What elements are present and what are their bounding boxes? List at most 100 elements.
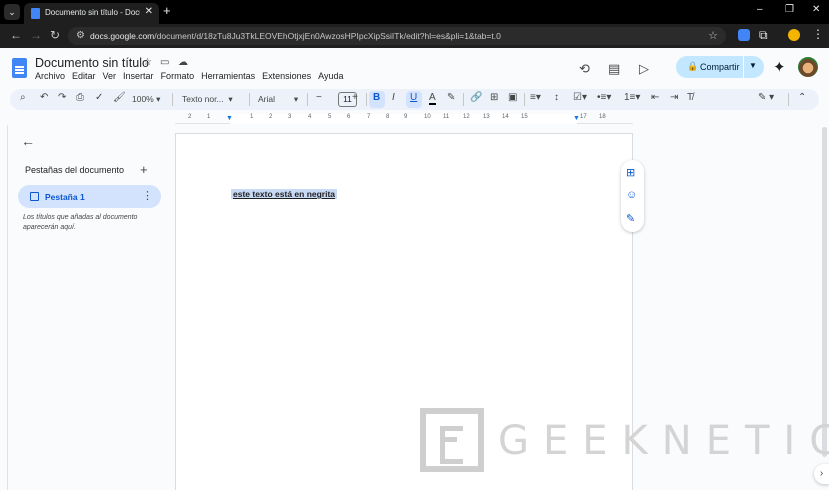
watermark: GEEKNETIC — [420, 408, 829, 472]
menu-bar: Archivo Editar Ver Insertar Formato Herr… — [35, 71, 344, 81]
vertical-ruler[interactable] — [0, 125, 8, 490]
browser-tab-title: Documento sin título - Docume — [45, 8, 140, 17]
add-tab-button[interactable]: + — [140, 162, 148, 177]
tab-close-icon[interactable]: ✕ — [145, 6, 153, 17]
undo-icon[interactable]: ↶ — [40, 92, 48, 103]
paint-format-icon[interactable]: 🖌 — [113, 92, 126, 103]
bookmark-star-icon[interactable]: ☆ — [708, 29, 718, 42]
toolbar-divider — [463, 93, 464, 106]
ruler-number: 17 — [580, 114, 587, 120]
insert-link-icon[interactable]: 🔗 — [470, 92, 482, 103]
ruler-number: 3 — [288, 114, 292, 120]
forward-button[interactable]: → — [30, 28, 42, 42]
highlight-color-icon[interactable]: ✎ — [447, 92, 455, 103]
menu-ayuda[interactable]: Ayuda — [318, 71, 343, 81]
font-select[interactable]: Arial ▾ — [258, 94, 298, 105]
toolbar-divider — [788, 93, 789, 106]
url-text[interactable]: docs.google.com/document/d/18zTu8Ju3TkLE… — [90, 31, 501, 41]
redo-icon[interactable]: ↷ — [58, 92, 66, 103]
toolbar-divider — [366, 93, 367, 106]
left-indent-marker-icon[interactable]: ▼ — [226, 115, 233, 122]
window-close-button[interactable]: ✕ — [812, 4, 820, 15]
align-icon[interactable]: ≡▾ — [530, 92, 541, 103]
version-history-icon[interactable]: ⟲ — [579, 61, 590, 77]
horizontal-ruler[interactable]: 2 1 ▼ 1 2 3 4 5 6 7 8 9 10 11 12 13 14 1… — [175, 114, 633, 124]
profile-icon[interactable] — [788, 29, 800, 41]
menu-formato[interactable]: Formato — [161, 71, 195, 81]
insert-image-icon[interactable]: ▣ — [508, 92, 517, 103]
back-button[interactable]: ← — [10, 28, 22, 42]
italic-button[interactable]: I — [392, 92, 395, 103]
formatting-toolbar: ⌕ ↶ ↷ ⎙ ✓ 🖌 100% ▾ Texto nor... ▾ Arial … — [10, 89, 819, 110]
menu-extensiones[interactable]: Extensiones — [262, 71, 311, 81]
document-title[interactable]: Documento sin título — [35, 56, 149, 70]
decrease-font-size-icon[interactable]: − — [316, 92, 322, 103]
ruler-number: 18 — [599, 114, 606, 120]
comments-icon[interactable]: ▤ — [608, 61, 620, 77]
scroll-thumb[interactable] — [822, 127, 827, 457]
explore-panel-toggle[interactable]: › — [814, 464, 829, 484]
browser-menu-icon[interactable]: ⋮ — [812, 27, 824, 41]
right-indent-marker-icon[interactable]: ▼ — [573, 115, 580, 122]
close-outline-icon[interactable]: ← — [21, 133, 35, 149]
zoom-select[interactable]: 100% ▾ — [132, 94, 160, 105]
meet-icon[interactable]: ▷ — [639, 61, 649, 77]
move-folder-icon[interactable]: ▭ — [160, 57, 169, 68]
omnibox[interactable]: ⚙ docs.google.com/document/d/18zTu8Ju3Tk… — [68, 27, 726, 45]
cloud-status-icon: ☁ — [178, 57, 188, 68]
suggest-edits-icon[interactable]: ✎ — [626, 212, 635, 225]
watermark-logo — [420, 408, 484, 472]
gemini-sparkle-icon[interactable]: ✦ — [773, 58, 786, 76]
search-menus-icon[interactable]: ⌕ — [20, 92, 26, 103]
line-spacing-icon[interactable]: ↕ — [554, 92, 559, 103]
toolbar-divider — [524, 93, 525, 106]
tab-label: Pestaña 1 — [45, 192, 85, 202]
spellcheck-icon[interactable]: ✓ — [95, 92, 103, 103]
numbered-list-icon[interactable]: 1≡▾ — [624, 92, 640, 103]
add-comment-icon[interactable]: ⊞ — [490, 92, 498, 103]
decrease-indent-icon[interactable]: ⇤ — [651, 92, 659, 103]
clear-formatting-icon[interactable]: T̸ — [687, 92, 693, 103]
ruler-number: 7 — [367, 114, 371, 120]
style-select[interactable]: Texto nor... ▾ — [182, 94, 233, 105]
docs-logo-icon[interactable] — [12, 58, 27, 78]
menu-insertar[interactable]: Insertar — [123, 71, 154, 81]
share-dropdown-icon[interactable]: ▼ — [749, 61, 757, 70]
menu-archivo[interactable]: Archivo — [35, 71, 65, 81]
bulleted-list-icon[interactable]: •≡▾ — [597, 92, 611, 103]
minimize-button[interactable]: – — [757, 4, 763, 15]
menu-herramientas[interactable]: Herramientas — [201, 71, 255, 81]
reload-button[interactable]: ↻ — [50, 28, 60, 42]
sidebar-item-tab-1[interactable]: Pestaña 1 ⋮ — [18, 185, 161, 208]
browser-tab[interactable]: Documento sin título - Docume ✕ — [24, 3, 159, 24]
add-emoji-reaction-icon[interactable]: ☺ — [626, 189, 637, 201]
extensions-puzzle-icon[interactable]: ⧉ — [759, 28, 768, 43]
new-tab-button[interactable]: + — [163, 3, 171, 18]
hide-menus-icon[interactable]: ⌃ — [798, 92, 806, 103]
site-info-icon[interactable]: ⚙ — [76, 30, 85, 41]
print-icon[interactable]: ⎙ — [76, 92, 84, 103]
menu-ver[interactable]: Ver — [103, 71, 117, 81]
editing-mode-icon[interactable]: ✎ ▾ — [758, 92, 774, 103]
share-label: Compartir — [700, 62, 740, 72]
bold-button[interactable]: B — [373, 92, 380, 103]
docs-header: Documento sin título ☆ ▭ ☁ Archivo Edita… — [0, 48, 829, 88]
extension-icon[interactable] — [738, 29, 750, 41]
restore-button[interactable]: ❐ — [785, 4, 794, 15]
tab-search-icon[interactable]: ⌄ — [4, 4, 20, 20]
toolbar-divider — [172, 93, 173, 106]
avatar[interactable] — [797, 56, 819, 78]
ruler-number: 14 — [502, 114, 509, 120]
menu-editar[interactable]: Editar — [72, 71, 96, 81]
text-color-button[interactable]: A — [429, 92, 436, 105]
more-options-icon[interactable]: ⋮ — [142, 189, 153, 202]
share-button[interactable]: 🔒 Compartir ▼ — [676, 56, 764, 78]
star-icon[interactable]: ☆ — [143, 57, 152, 68]
underline-button[interactable]: U — [410, 92, 417, 103]
increase-indent-icon[interactable]: ⇥ — [670, 92, 678, 103]
ruler-number: 2 — [269, 114, 273, 120]
increase-font-size-icon[interactable]: + — [352, 92, 358, 103]
checklist-icon[interactable]: ☑▾ — [573, 92, 587, 103]
selected-bold-text[interactable]: este texto está en negrita — [231, 189, 338, 199]
add-comment-icon[interactable]: ⊞ — [626, 166, 635, 179]
